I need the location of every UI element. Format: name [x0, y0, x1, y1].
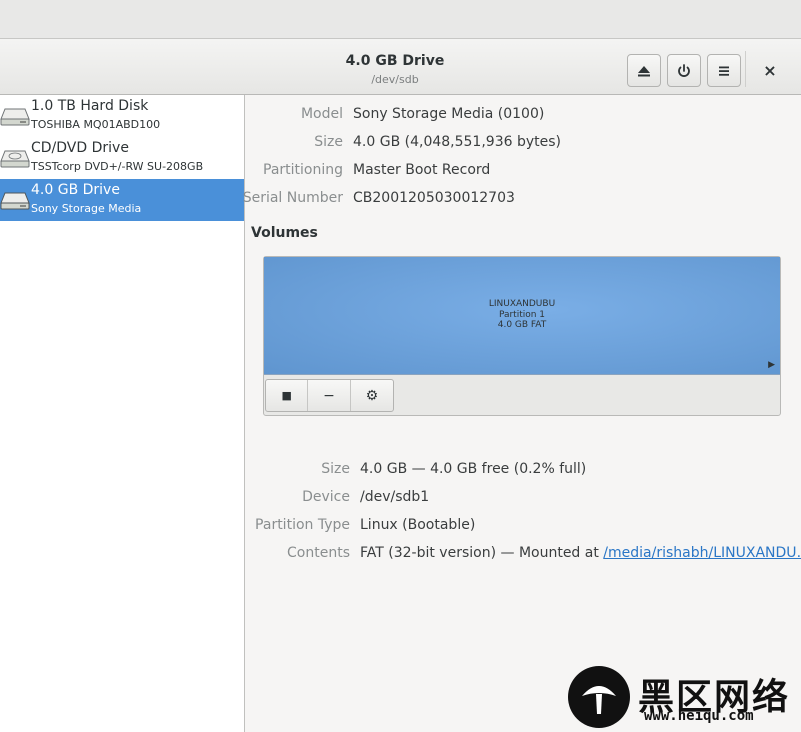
- power-off-button[interactable]: [667, 54, 701, 87]
- menu-button[interactable]: [707, 54, 741, 87]
- close-icon: ×: [763, 60, 777, 80]
- partition-type-value: Linux (Bootable): [360, 517, 476, 533]
- power-icon: [678, 63, 690, 77]
- partition-size-fs: 4.0 GB FAT: [497, 320, 547, 330]
- partitioning-label: Partitioning: [263, 162, 343, 178]
- unmount-button[interactable]: ■: [266, 380, 309, 411]
- model-value: Sony Storage Media (0100): [353, 106, 545, 122]
- device-value: /dev/sdb1: [360, 489, 430, 505]
- hard-disk-icon: [0, 108, 30, 126]
- drive-name: CD/DVD Drive: [31, 140, 129, 156]
- partition-type-label: Partition Type: [255, 517, 350, 533]
- eject-icon: [638, 65, 650, 76]
- device-label: Device: [302, 489, 350, 505]
- contents-label: Contents: [287, 545, 350, 561]
- partition-name: Partition 1: [498, 310, 546, 320]
- minus-icon: −: [323, 387, 335, 404]
- eject-button[interactable]: [627, 54, 661, 87]
- watermark-logo: 黑区网络 www.heiqu.com: [568, 666, 801, 732]
- gears-icon: ⚙: [365, 387, 379, 404]
- contents-value: FAT (32-bit version) — Mounted at /media…: [360, 545, 801, 561]
- volume-toolbar: ■ − ⚙: [265, 379, 394, 412]
- play-arrow-icon: ▶: [768, 360, 775, 370]
- sidebar-item-usb-drive[interactable]: 4.0 GB Drive Sony Storage Media: [0, 179, 244, 221]
- close-button[interactable]: ×: [757, 57, 783, 83]
- contents-text: FAT (32-bit version) — Mounted at: [360, 545, 604, 561]
- partition-label: LINUXANDUBU: [488, 299, 556, 309]
- partition-options-button[interactable]: ⚙: [351, 380, 393, 411]
- serial-number-label: Serial Number: [242, 190, 343, 206]
- header-separator: [745, 51, 746, 87]
- drive-model: TSSTcorp DVD+/-RW SU-208GB: [31, 160, 204, 173]
- serial-number-value: CB2001205030012703: [353, 190, 515, 206]
- optical-drive-icon: [0, 150, 30, 168]
- stop-icon: ■: [281, 389, 292, 402]
- drive-details-panel: Model Sony Storage Media (0100) Size 4.0…: [242, 95, 801, 732]
- usb-drive-icon: [0, 192, 30, 210]
- partition-block[interactable]: LINUXANDUBU Partition 1 4.0 GB FAT ▶: [264, 257, 780, 375]
- drive-name: 1.0 TB Hard Disk: [31, 98, 149, 114]
- drive-name: 4.0 GB Drive: [31, 182, 120, 198]
- delete-partition-button[interactable]: −: [308, 380, 351, 411]
- size-value: 4.0 GB (4,048,551,936 bytes): [353, 134, 561, 150]
- watermark-url: www.heiqu.com: [644, 708, 754, 724]
- sidebar-item-cd-dvd-drive[interactable]: CD/DVD Drive TSSTcorp DVD+/-RW SU-208GB: [0, 137, 244, 179]
- drive-list-sidebar: 1.0 TB Hard Disk TOSHIBA MQ01ABD100 CD/D…: [0, 95, 245, 732]
- menu-icon: [719, 66, 729, 76]
- header-bar: 4.0 GB Drive /dev/sdb ×: [0, 39, 801, 95]
- size-label: Size: [314, 134, 343, 150]
- volumes-heading: Volumes: [251, 225, 318, 241]
- mushroom-logo-icon: [568, 666, 630, 728]
- volume-size-value: 4.0 GB — 4.0 GB free (0.2% full): [360, 461, 587, 477]
- disks-window: 4.0 GB Drive /dev/sdb × 1.0 TB Hard Disk…: [0, 38, 801, 732]
- mount-point-link[interactable]: /media/rishabh/LINUXANDU…: [603, 545, 801, 561]
- volume-map: LINUXANDUBU Partition 1 4.0 GB FAT ▶ ■ −…: [263, 256, 781, 416]
- sidebar-item-hard-disk[interactable]: 1.0 TB Hard Disk TOSHIBA MQ01ABD100: [0, 95, 244, 137]
- model-label: Model: [300, 106, 343, 122]
- drive-model: TOSHIBA MQ01ABD100: [31, 118, 161, 131]
- volume-size-label: Size: [321, 461, 350, 477]
- partitioning-value: Master Boot Record: [353, 162, 491, 178]
- drive-model: Sony Storage Media: [31, 202, 142, 215]
